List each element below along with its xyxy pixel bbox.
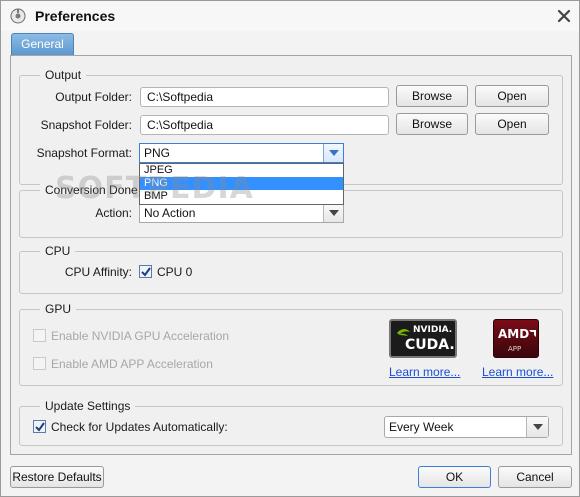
output-folder-field[interactable]: C:\Softpedia [140, 87, 389, 107]
format-option-bmp[interactable]: BMP [140, 190, 343, 203]
auto-update-checkbox[interactable] [33, 420, 46, 433]
nvidia-learn-more-link[interactable]: Learn more... [389, 365, 460, 379]
cpu-affinity-label: CPU Affinity: [64, 265, 132, 279]
general-panel: Output Output Folder: C:\Softpedia Brows… [10, 55, 572, 455]
gpu-group-title: GPU [40, 302, 77, 316]
title-bar: Preferences [1, 1, 579, 31]
conversion-group-title: Conversion Done [40, 183, 143, 197]
format-option-jpeg[interactable]: JPEG [140, 164, 343, 177]
chevron-down-icon[interactable] [323, 144, 343, 162]
snapshot-format-label: Snapshot Format: [36, 146, 132, 160]
action-label: Action: [95, 206, 132, 220]
amd-arrow-icon [529, 326, 536, 340]
snapshot-format-select[interactable]: PNG [139, 143, 344, 163]
output-open-button[interactable]: Open [475, 85, 549, 107]
update-group-title: Update Settings [40, 399, 136, 413]
snapshot-folder-field[interactable]: C:\Softpedia [140, 115, 389, 135]
amd-logo-brand: AMD [498, 327, 530, 341]
cpu0-checkbox[interactable] [139, 265, 152, 278]
action-select[interactable]: No Action [139, 203, 344, 223]
amd-logo-product: APP [508, 345, 522, 353]
snapshot-browse-button[interactable]: Browse [396, 113, 468, 135]
nvidia-cuda-logo: NVIDIA. CUDA. [389, 319, 457, 358]
update-frequency-select[interactable]: Every Week [384, 416, 549, 438]
nvidia-logo-product: CUDA. [405, 337, 455, 353]
chevron-down-icon[interactable] [526, 417, 548, 437]
check-icon [141, 267, 151, 277]
amd-learn-more-link[interactable]: Learn more... [482, 365, 553, 379]
chevron-down-icon[interactable] [323, 204, 343, 222]
tab-general[interactable]: General [11, 33, 74, 56]
nvidia-logo-brand: NVIDIA. [413, 325, 453, 335]
output-browse-button[interactable]: Browse [396, 85, 468, 107]
preferences-window: Preferences General Output Output Folder… [0, 0, 580, 497]
amd-label: Enable AMD APP Acceleration [51, 357, 213, 371]
restore-defaults-button[interactable]: Restore Defaults [10, 466, 104, 488]
snapshot-open-button[interactable]: Open [475, 113, 549, 135]
output-group-title: Output [40, 68, 87, 82]
output-folder-label: Output Folder: [55, 90, 132, 104]
snapshot-format-value: PNG [144, 146, 171, 160]
format-option-png[interactable]: PNG [140, 177, 343, 190]
cpu0-label: CPU 0 [157, 265, 193, 279]
amd-app-logo: AMD APP [493, 319, 539, 358]
update-frequency-value: Every Week [389, 420, 454, 434]
close-icon[interactable] [555, 7, 573, 25]
action-value: No Action [144, 206, 196, 220]
snapshot-format-dropdown: JPEG PNG BMP [139, 163, 344, 205]
nvidia-label: Enable NVIDIA GPU Acceleration [51, 329, 230, 343]
amd-checkbox[interactable] [33, 357, 46, 370]
auto-update-label: Check for Updates Automatically: [51, 420, 228, 434]
cpu-group-title: CPU [40, 244, 76, 258]
snapshot-folder-label: Snapshot Folder: [40, 118, 132, 132]
check-icon [35, 422, 45, 432]
cancel-button[interactable]: Cancel [498, 466, 572, 488]
app-icon [10, 8, 26, 24]
ok-button[interactable]: OK [418, 466, 491, 488]
nvidia-checkbox[interactable] [33, 329, 46, 342]
window-title: Preferences [35, 8, 116, 24]
